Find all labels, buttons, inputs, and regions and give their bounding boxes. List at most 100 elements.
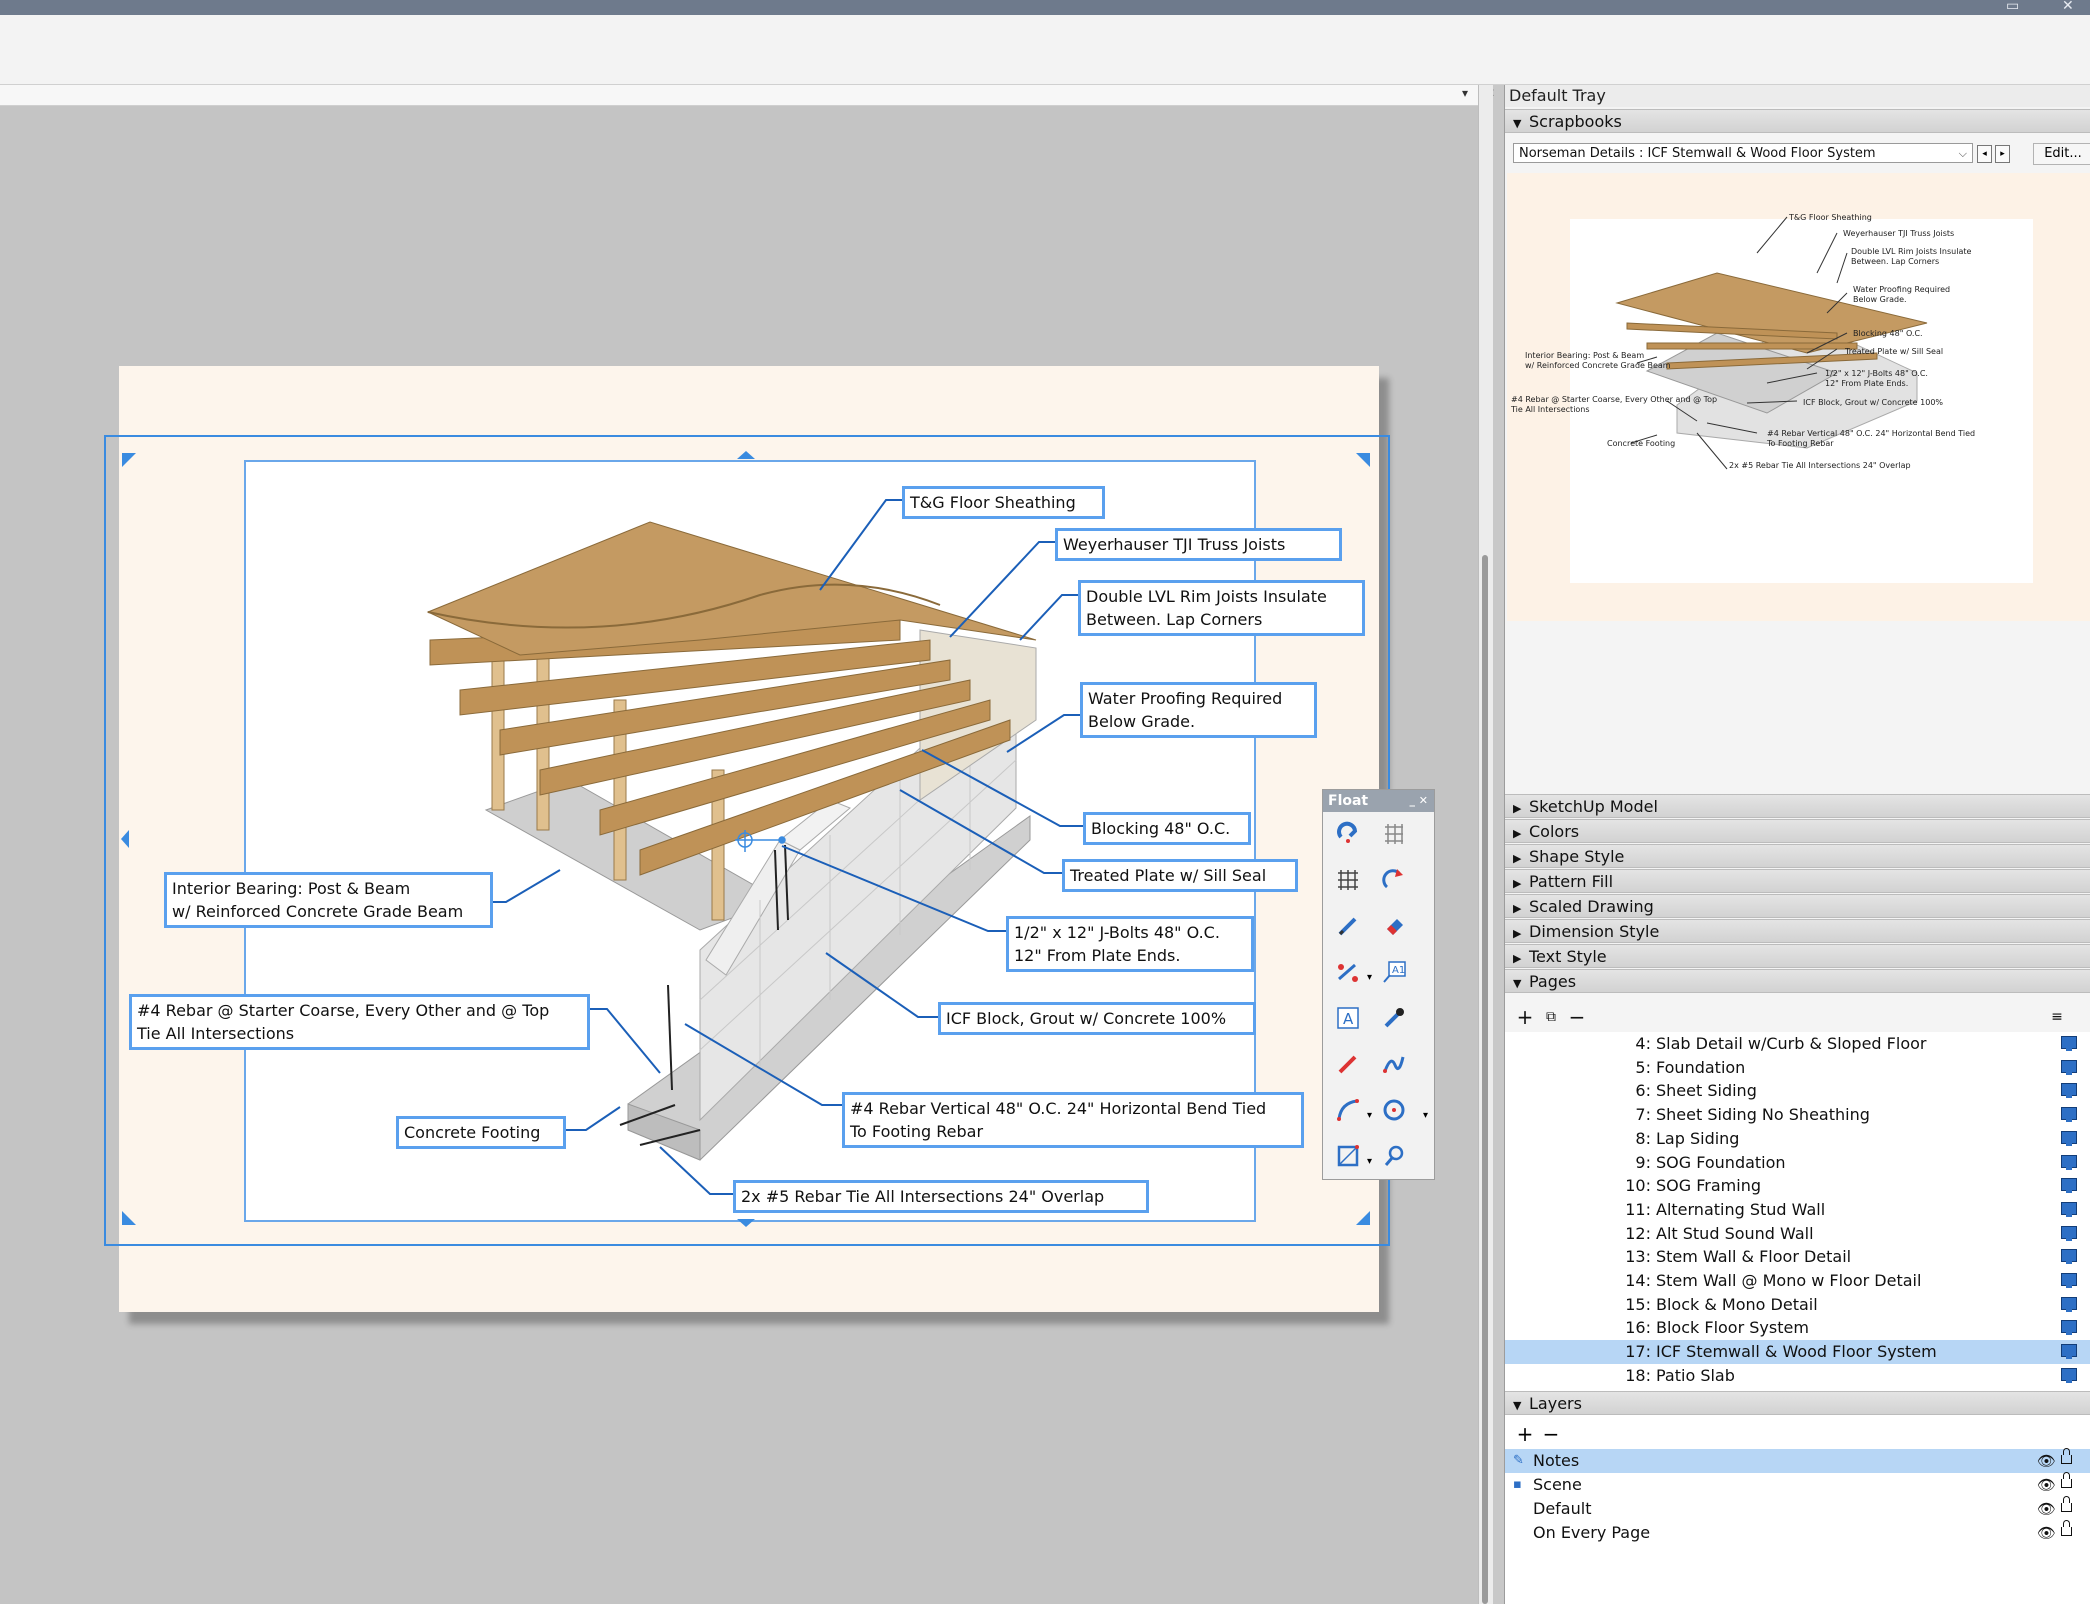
page-item[interactable]: 6: Sheet Siding (1505, 1079, 2090, 1103)
page-item[interactable]: 14: Stem Wall @ Mono w Floor Detail (1505, 1269, 2090, 1293)
page-item[interactable]: 5: Foundation (1505, 1056, 2090, 1080)
presentation-monitor-icon[interactable] (2061, 1059, 2077, 1075)
page-item[interactable]: 7: Sheet Siding No Sheathing (1505, 1103, 2090, 1127)
section-shape-style[interactable]: ▶ Shape Style (1505, 844, 2090, 868)
page-item[interactable]: 10: SOG Framing (1505, 1174, 2090, 1198)
layer-item[interactable]: On Every Page 👁 (1505, 1520, 2090, 1545)
note-tji[interactable]: Weyerhauser TJI Truss Joists (1055, 528, 1342, 561)
pencil-icon[interactable] (1332, 910, 1364, 942)
grid-snap-icon[interactable] (1378, 818, 1410, 850)
section-scrapbooks[interactable]: ▼ Scrapbooks (1505, 109, 2090, 133)
resize-handle-top[interactable] (737, 451, 755, 459)
resize-handle-bottom-right[interactable] (1356, 1211, 1370, 1225)
rectangle-dropdown-icon[interactable]: ▾ (1367, 1156, 1372, 1167)
note-icf-block[interactable]: ICF Block, Grout w/ Concrete 100% (938, 1002, 1256, 1035)
note-concrete-footing[interactable]: Concrete Footing (396, 1116, 566, 1149)
visibility-eye-icon[interactable]: 👁 (2037, 1497, 2056, 1521)
visibility-eye-icon[interactable]: 👁 (2037, 1449, 2056, 1473)
canvas-scrollbar[interactable] (1478, 85, 1493, 1604)
label-icon[interactable]: A1 (1378, 956, 1410, 988)
note-treated-plate[interactable]: Treated Plate w/ Sill Seal (1062, 859, 1298, 892)
resize-handle-top-right[interactable] (1356, 453, 1370, 467)
remove-layer-button[interactable]: − (1539, 1423, 1563, 1445)
presentation-monitor-icon[interactable] (2061, 1178, 2077, 1194)
grid-icon[interactable] (1332, 864, 1364, 896)
page-item[interactable]: 8: Lap Siding (1505, 1127, 2090, 1151)
section-sketchup-model[interactable]: ▶ SketchUp Model (1505, 794, 2090, 818)
text-icon[interactable]: A (1332, 1002, 1364, 1034)
rectangle-icon[interactable] (1332, 1140, 1364, 1172)
page-item[interactable]: 9: SOG Foundation (1505, 1151, 2090, 1175)
note-rebar-tie[interactable]: 2x #5 Rebar Tie All Intersections 24" Ov… (733, 1180, 1149, 1213)
note-tg-floor[interactable]: T&G Floor Sheathing (902, 486, 1105, 519)
page-item[interactable]: 15: Block & Mono Detail (1505, 1293, 2090, 1317)
page-item[interactable]: 13: Stem Wall & Floor Detail (1505, 1245, 2090, 1269)
page-item[interactable]: 16: Block Floor System (1505, 1316, 2090, 1340)
presentation-monitor-icon[interactable] (2061, 1107, 2077, 1123)
presentation-monitor-icon[interactable] (2061, 1273, 2077, 1288)
rotate-icon[interactable] (1378, 864, 1410, 896)
note-lvl-rim[interactable]: Double LVL Rim Joists Insulate Between. L… (1078, 580, 1365, 636)
float-palette-header[interactable]: Float _ ✕ (1323, 790, 1434, 812)
zoom-icon[interactable] (1378, 1140, 1410, 1172)
arc-dropdown-icon[interactable]: ▾ (1367, 1110, 1372, 1121)
presentation-monitor-icon[interactable] (2061, 1036, 2077, 1051)
presentation-monitor-icon[interactable] (2061, 1367, 2077, 1383)
scrapbook-prev-icon[interactable]: ◂ (1977, 145, 1992, 163)
section-text-style[interactable]: ▶ Text Style (1505, 944, 2090, 968)
resize-handle-top-left[interactable] (122, 453, 136, 467)
eyedropper-icon[interactable] (1378, 1002, 1410, 1034)
lock-icon[interactable] (2061, 1520, 2072, 1536)
note-starter-rebar[interactable]: #4 Rebar @ Starter Coarse, Every Other a… (129, 994, 590, 1050)
presentation-monitor-icon[interactable] (2061, 1344, 2077, 1360)
eraser-icon[interactable] (1378, 910, 1410, 942)
presentation-monitor-icon[interactable] (2061, 1225, 2077, 1241)
layer-item[interactable]: Notes ✎ 👁 (1505, 1448, 2090, 1473)
circle-icon[interactable] (1378, 1094, 1410, 1126)
section-layers[interactable]: ▼ Layers (1505, 1391, 2090, 1415)
visibility-eye-icon[interactable]: 👁 (2037, 1473, 2056, 1497)
duplicate-page-button[interactable]: ⧉ (1539, 1006, 1563, 1028)
section-colors[interactable]: ▶ Colors (1505, 819, 2090, 843)
note-water-proofing[interactable]: Water Proofing Required Below Grade. (1080, 682, 1317, 738)
minimize-icon[interactable]: ▭ (2006, 0, 2019, 14)
add-page-button[interactable]: + (1513, 1006, 1537, 1028)
list-view-icon[interactable]: ≡ (2045, 1006, 2069, 1028)
page-item[interactable]: 4: Slab Detail w/Curb & Sloped Floor (1505, 1032, 2090, 1056)
section-dimension-style[interactable]: ▶ Dimension Style (1505, 919, 2090, 943)
close-icon[interactable]: ✕ (2062, 0, 2074, 14)
visibility-eye-icon[interactable]: 👁 (2037, 1521, 2056, 1545)
note-blocking[interactable]: Blocking 48" O.C. (1083, 812, 1251, 845)
lock-icon[interactable] (2061, 1448, 2072, 1464)
presentation-monitor-icon[interactable] (2061, 1201, 2077, 1217)
presentation-monitor-icon[interactable] (2061, 1249, 2077, 1265)
section-pages[interactable]: ▼ Pages (1505, 969, 2090, 993)
note-interior-bearing[interactable]: Interior Bearing: Post & Beam w/ Reinforc… (164, 872, 493, 928)
scrapbook-next-icon[interactable]: ▸ (1995, 145, 2010, 163)
presentation-monitor-icon[interactable] (2061, 1154, 2077, 1170)
layer-item[interactable]: Default 👁 (1505, 1496, 2090, 1521)
presentation-monitor-icon[interactable] (2061, 1296, 2077, 1312)
section-scaled-drawing[interactable]: ▶ Scaled Drawing (1505, 894, 2090, 918)
arc-icon[interactable] (1332, 1094, 1364, 1126)
line-icon[interactable] (1332, 1048, 1364, 1080)
page-item[interactable]: 17: ICF Stemwall & Wood Floor System (1505, 1340, 2090, 1364)
page-item[interactable]: 11: Alternating Stud Wall (1505, 1198, 2090, 1222)
circle-dropdown-icon[interactable]: ▾ (1423, 1110, 1428, 1121)
dimension-dropdown-icon[interactable]: ▾ (1367, 972, 1372, 983)
add-layer-button[interactable]: + (1513, 1423, 1537, 1445)
layer-item[interactable]: Scene ▪ 👁 (1505, 1472, 2090, 1497)
palette-close-icon[interactable]: _ ✕ (1409, 790, 1428, 812)
lock-icon[interactable] (2061, 1472, 2072, 1488)
note-j-bolts[interactable]: 1/2" x 12" J-Bolts 48" O.C. 12" From Plat… (1006, 916, 1254, 972)
presentation-monitor-icon[interactable] (2061, 1130, 2077, 1146)
page-item[interactable]: 12: Alt Stud Sound Wall (1505, 1222, 2090, 1246)
resize-handle-bottom-left[interactable] (122, 1211, 136, 1225)
dimension-icon[interactable] (1332, 956, 1364, 988)
page-item[interactable]: 18: Patio Slab (1505, 1364, 2090, 1388)
note-rebar-vertical[interactable]: #4 Rebar Vertical 48" O.C. 24" Horizonta… (842, 1092, 1304, 1148)
freehand-icon[interactable] (1378, 1048, 1410, 1080)
scrapbook-edit-button[interactable]: Edit... (2033, 143, 2090, 165)
lock-icon[interactable] (2061, 1496, 2072, 1512)
presentation-monitor-icon[interactable] (2061, 1083, 2077, 1099)
